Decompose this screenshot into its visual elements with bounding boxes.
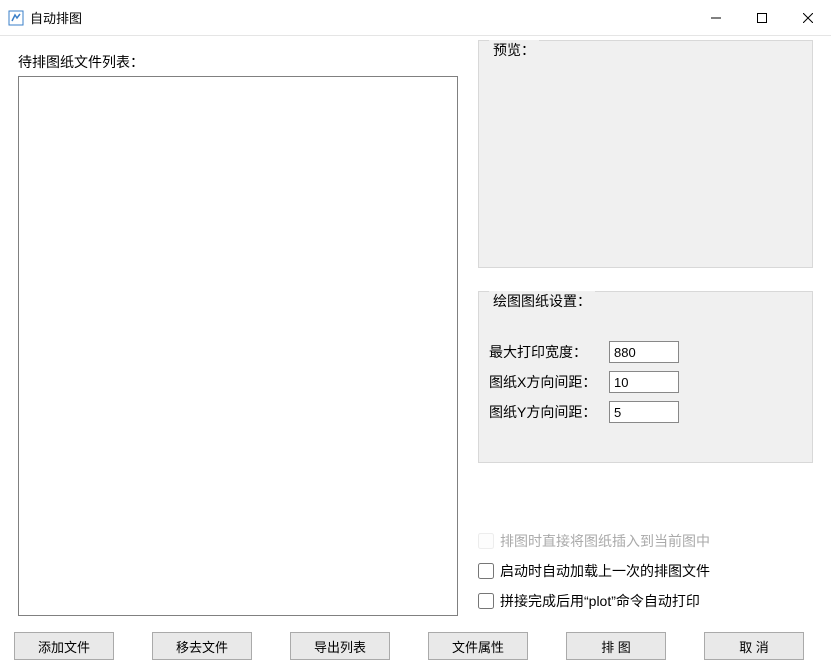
option-auto-plot-after-merge[interactable]: 拼接完成后用“plot”命令自动打印 [478,586,818,616]
settings-legend: 绘图图纸设置： [489,291,595,311]
file-list-label: 待排图纸文件列表： [18,52,144,72]
minimize-button[interactable] [693,0,739,35]
close-button[interactable] [785,0,831,35]
y-spacing-input[interactable] [609,401,679,423]
load-last-on-start-label: 启动时自动加载上一次的排图文件 [500,561,710,581]
remove-file-button[interactable]: 移去文件 [152,632,252,660]
maximize-button[interactable] [739,0,785,35]
load-last-on-start-checkbox[interactable] [478,563,494,579]
file-props-button[interactable]: 文件属性 [428,632,528,660]
file-list[interactable] [18,76,458,616]
app-icon [8,10,24,26]
add-file-button[interactable]: 添加文件 [14,632,114,660]
cancel-button[interactable]: 取 消 [704,632,804,660]
max-print-width-label: 最大打印宽度： [489,342,609,362]
auto-plot-after-merge-label: 拼接完成后用“plot”命令自动打印 [500,591,700,611]
y-spacing-label: 图纸Y方向间距： [489,402,609,422]
settings-group: 绘图图纸设置： 最大打印宽度： 图纸X方向间距： 图纸Y方向间距： [478,291,813,463]
window-title: 自动排图 [30,8,82,27]
preview-group: 预览： [478,40,813,268]
x-spacing-label: 图纸X方向间距： [489,372,609,392]
x-spacing-input[interactable] [609,371,679,393]
option-insert-into-current: 排图时直接将图纸插入到当前图中 [478,526,818,556]
button-row: 添加文件 移去文件 导出列表 文件属性 排 图 取 消 [14,632,819,660]
auto-plot-after-merge-checkbox[interactable] [478,593,494,609]
export-list-button[interactable]: 导出列表 [290,632,390,660]
options-group: 排图时直接将图纸插入到当前图中 启动时自动加载上一次的排图文件 拼接完成后用“p… [478,526,818,616]
insert-into-current-label: 排图时直接将图纸插入到当前图中 [500,531,710,551]
insert-into-current-checkbox [478,533,494,549]
title-bar: 自动排图 [0,0,831,36]
option-load-last-on-start[interactable]: 启动时自动加载上一次的排图文件 [478,556,818,586]
layout-button[interactable]: 排 图 [566,632,666,660]
content-area: 待排图纸文件列表： 预览： 绘图图纸设置： 最大打印宽度： 图纸X方向间距： 图… [0,36,831,668]
max-print-width-input[interactable] [609,341,679,363]
preview-legend: 预览： [489,40,539,60]
